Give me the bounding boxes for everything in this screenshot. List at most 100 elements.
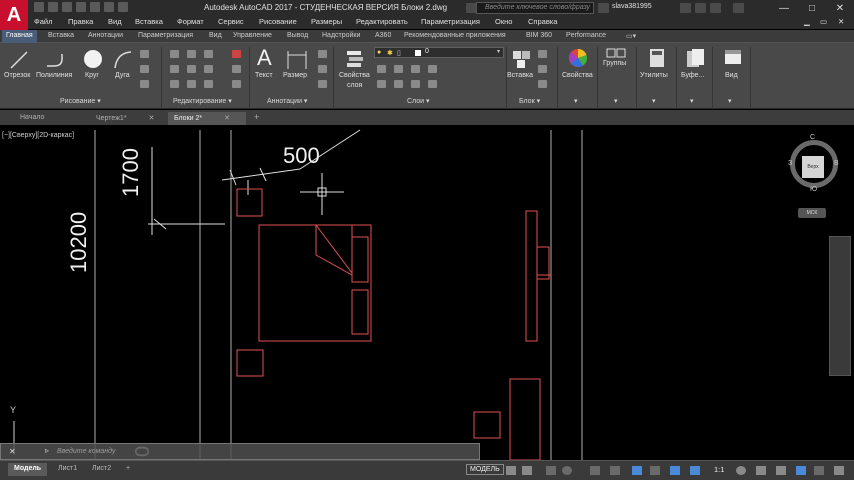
ortho-icon[interactable]: [546, 466, 556, 475]
insert-block-icon[interactable]: [510, 48, 532, 70]
view-icon[interactable]: [722, 47, 744, 69]
scale-icon[interactable]: [187, 80, 196, 88]
offset-icon[interactable]: [232, 80, 241, 88]
utilities-expand-icon[interactable]: ▾: [652, 97, 656, 105]
command-search-icon[interactable]: ▹: [45, 446, 49, 455]
transparency-icon[interactable]: [650, 466, 660, 475]
menu-parametric[interactable]: Параметризация: [421, 17, 480, 26]
tab-manage[interactable]: Управление: [233, 32, 272, 39]
layout-tab-model[interactable]: Модель: [8, 463, 48, 476]
arc-icon[interactable]: [112, 49, 134, 71]
groups-label[interactable]: Группы: [603, 60, 626, 67]
block-tool-icon[interactable]: [538, 50, 547, 58]
undo-icon[interactable]: [104, 2, 114, 12]
menubar-close-icon[interactable]: ✕: [838, 17, 844, 26]
maximize-button[interactable]: □: [798, 0, 826, 17]
modify-panel-title[interactable]: Редактирование ▾: [173, 97, 232, 105]
layer-properties-label-2[interactable]: слоя: [347, 82, 362, 89]
menu-format[interactable]: Формат: [177, 17, 204, 26]
text-icon[interactable]: A: [257, 45, 272, 71]
layer-tool-icon[interactable]: [377, 80, 386, 88]
properties-label[interactable]: Свойства: [562, 72, 593, 79]
menu-view[interactable]: Вид: [108, 17, 122, 26]
line-icon[interactable]: [8, 49, 30, 71]
tab-output[interactable]: Вывод: [287, 32, 308, 39]
properties-expand-icon[interactable]: ▾: [574, 97, 578, 105]
layout-tab-sheet2[interactable]: Лист2: [86, 463, 117, 476]
lineweight-icon[interactable]: [632, 466, 642, 475]
polar-icon[interactable]: [562, 466, 572, 475]
tab-insert[interactable]: Вставка: [48, 32, 74, 39]
settings-gear-icon[interactable]: [736, 466, 746, 475]
annotation-panel-title[interactable]: Аннотации ▾: [267, 97, 307, 105]
menubar-restore-icon[interactable]: ▭: [820, 17, 827, 26]
user-icon[interactable]: [710, 3, 721, 13]
layer-tool-icon[interactable]: [377, 65, 386, 73]
array-icon[interactable]: [204, 80, 213, 88]
menu-draw[interactable]: Рисование: [259, 17, 297, 26]
otrack-icon[interactable]: [610, 466, 620, 475]
layout-tab-sheet1[interactable]: Лист1: [52, 463, 83, 476]
insert-block-label[interactable]: Вставка: [507, 72, 533, 79]
erase-icon[interactable]: [232, 50, 241, 58]
groups-icon[interactable]: [605, 47, 627, 61]
close-icon[interactable]: ✕: [149, 115, 155, 122]
layer-tool-icon[interactable]: [394, 80, 403, 88]
explode-icon[interactable]: [232, 65, 241, 73]
navigation-bar[interactable]: [829, 236, 851, 376]
user-account[interactable]: slava381995: [612, 3, 652, 10]
search-input[interactable]: Введите ключевое слово/фразу: [476, 2, 594, 14]
minimize-button[interactable]: —: [770, 0, 798, 17]
viewcube-south[interactable]: Ю: [810, 186, 817, 193]
clipboard-icon[interactable]: [684, 47, 706, 69]
annotation-tool-icon[interactable]: [318, 80, 327, 88]
view-label[interactable]: Вид: [725, 72, 738, 79]
copy-icon[interactable]: [170, 65, 179, 73]
menu-file[interactable]: Файл: [34, 17, 52, 26]
dimension-icon[interactable]: [286, 49, 308, 71]
tab-bim360[interactable]: BIM 360: [526, 32, 552, 39]
circle-icon[interactable]: [82, 48, 104, 70]
tab-annotate[interactable]: Аннотации: [88, 32, 123, 39]
redo-icon[interactable]: [118, 2, 128, 12]
drawing-canvas[interactable]: [−][Сверху][2D-каркас] 500 1700 10200 Y: [0, 125, 854, 460]
snap-icon[interactable]: [522, 466, 532, 475]
save-icon[interactable]: [62, 2, 72, 12]
menu-dimension[interactable]: Размеры: [311, 17, 342, 26]
layer-properties-icon[interactable]: [344, 47, 366, 69]
annotation-tool-icon[interactable]: [318, 65, 327, 73]
close-button[interactable]: ✕: [826, 0, 854, 17]
close-icon[interactable]: ✕: [224, 115, 230, 122]
wcs-menu[interactable]: МСК: [798, 208, 826, 218]
clipboard-label[interactable]: Буфе...: [681, 72, 704, 79]
layer-dropdown[interactable]: ● ✱ ▯ 0 ▾: [374, 47, 504, 58]
stretch-icon[interactable]: [170, 80, 179, 88]
viewport-controls[interactable]: [−][Сверху][2D-каркас]: [2, 132, 74, 139]
move-icon[interactable]: [170, 50, 179, 58]
viewcube-west[interactable]: З: [788, 160, 792, 167]
viewcube-east[interactable]: В: [834, 160, 839, 167]
new-file-icon[interactable]: [34, 2, 44, 12]
search-icon[interactable]: [598, 3, 609, 13]
annotation-visibility-icon[interactable]: [690, 466, 700, 475]
draw-tool-icon[interactable]: [140, 65, 149, 73]
layer-tool-icon[interactable]: [428, 65, 437, 73]
mirror-icon[interactable]: [187, 65, 196, 73]
groups-expand-icon[interactable]: ▾: [614, 97, 618, 105]
viewcube-top-face[interactable]: Верх: [802, 156, 824, 178]
help-icon[interactable]: [733, 3, 744, 13]
menu-modify[interactable]: Редактировать: [356, 17, 408, 26]
rotate-icon[interactable]: [187, 50, 196, 58]
add-layout-button[interactable]: +: [120, 463, 136, 476]
doc-tab-drawing1[interactable]: Чертеж1* ✕: [90, 112, 166, 125]
layer-properties-label[interactable]: Свойства: [339, 72, 370, 79]
exchange-icon[interactable]: [695, 3, 706, 13]
new-tab-button[interactable]: +: [248, 110, 265, 123]
polyline-label[interactable]: Полилиния: [36, 72, 72, 79]
draw-panel-title[interactable]: Рисование ▾: [60, 97, 101, 105]
trim-icon[interactable]: [204, 50, 213, 58]
arc-label[interactable]: Дуга: [115, 72, 130, 79]
open-file-icon[interactable]: [48, 2, 58, 12]
tab-featured-apps[interactable]: Рекомендованные приложения: [404, 32, 506, 39]
calculator-icon[interactable]: [646, 47, 668, 69]
